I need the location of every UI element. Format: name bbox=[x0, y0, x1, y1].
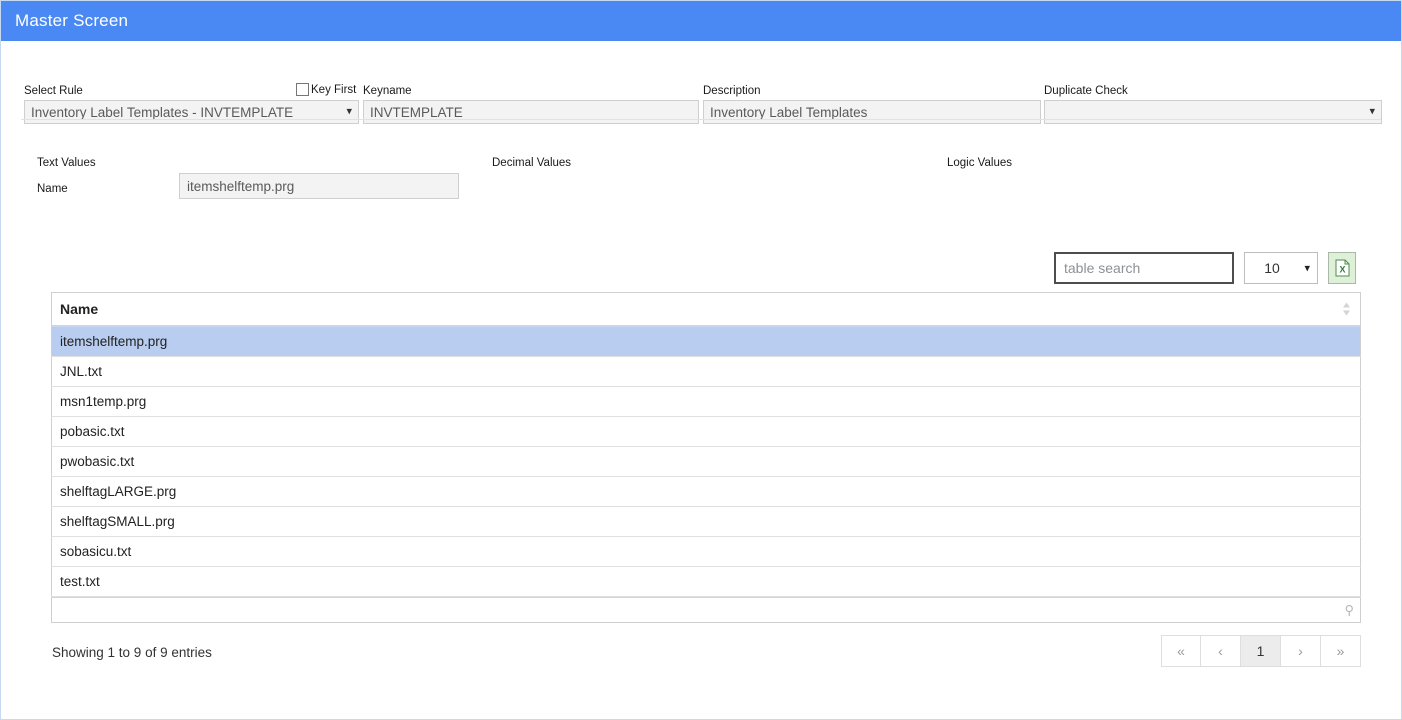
table-cell-name: sobasicu.txt bbox=[52, 537, 1361, 567]
table-cell-name: test.txt bbox=[52, 567, 1361, 597]
table-row[interactable]: test.txt bbox=[52, 567, 1361, 597]
table-row[interactable]: sobasicu.txt bbox=[52, 537, 1361, 567]
key-first-group: Key First bbox=[296, 83, 356, 96]
data-table: Name itemshelftemp.prgJNL.txtmsn1temp.pr… bbox=[51, 292, 1361, 597]
column-filter-input[interactable] bbox=[52, 598, 1360, 622]
key-first-checkbox[interactable] bbox=[296, 83, 309, 96]
page-length-group: 10 ▾ bbox=[1244, 252, 1318, 284]
master-screen-page: Master Screen Select Rule Inventory Labe… bbox=[0, 0, 1402, 720]
logic-values-heading: Logic Values bbox=[947, 157, 1012, 169]
table-row[interactable]: pobasic.txt bbox=[52, 417, 1361, 447]
table-row[interactable]: pwobasic.txt bbox=[52, 447, 1361, 477]
column-header-name-label: Name bbox=[60, 301, 98, 317]
duplicate-check-dropdown[interactable] bbox=[1044, 100, 1382, 124]
table-header-row: Name bbox=[52, 293, 1361, 327]
page-title: Master Screen bbox=[15, 11, 128, 31]
table-cell-name: JNL.txt bbox=[52, 357, 1361, 387]
select-rule-dropdown[interactable]: Inventory Label Templates - INVTEMPLATE bbox=[24, 100, 359, 124]
rule-form-row: Select Rule Inventory Label Templates - … bbox=[1, 41, 1401, 103]
keyname-input[interactable] bbox=[363, 100, 699, 124]
name-field-label: Name bbox=[37, 183, 68, 195]
key-first-label: Key First bbox=[311, 84, 356, 96]
table-cell-name: shelftagSMALL.prg bbox=[52, 507, 1361, 537]
table-cell-name: itemshelftemp.prg bbox=[52, 326, 1361, 357]
table-cell-name: msn1temp.prg bbox=[52, 387, 1361, 417]
svg-text:X: X bbox=[1339, 265, 1345, 275]
showing-entries-text: Showing 1 to 9 of 9 entries bbox=[52, 645, 212, 660]
table-body: itemshelftemp.prgJNL.txtmsn1temp.prgpoba… bbox=[52, 326, 1361, 597]
description-input[interactable] bbox=[703, 100, 1041, 124]
table-search-input[interactable] bbox=[1054, 252, 1234, 284]
pagination-next[interactable]: › bbox=[1281, 635, 1321, 667]
table-row[interactable]: msn1temp.prg bbox=[52, 387, 1361, 417]
sort-updown-icon bbox=[1342, 302, 1351, 317]
pagination-page-1[interactable]: 1 bbox=[1241, 635, 1281, 667]
data-table-container: Name itemshelftemp.prgJNL.txtmsn1temp.pr… bbox=[51, 292, 1361, 623]
window-title-bar: Master Screen bbox=[1, 1, 1401, 41]
table-row[interactable]: shelftagLARGE.prg bbox=[52, 477, 1361, 507]
column-filter-row: ⚲ bbox=[51, 597, 1361, 623]
pagination: «‹1›» bbox=[1161, 635, 1361, 667]
pagination-last[interactable]: » bbox=[1321, 635, 1361, 667]
excel-export-button[interactable]: X bbox=[1328, 252, 1356, 284]
table-row[interactable]: itemshelftemp.prg bbox=[52, 326, 1361, 357]
keyname-label: Keyname bbox=[363, 85, 699, 97]
pagination-first[interactable]: « bbox=[1161, 635, 1201, 667]
section-divider bbox=[21, 119, 1381, 120]
decimal-values-heading: Decimal Values bbox=[492, 157, 571, 169]
table-cell-name: shelftagLARGE.prg bbox=[52, 477, 1361, 507]
table-cell-name: pobasic.txt bbox=[52, 417, 1361, 447]
table-row[interactable]: JNL.txt bbox=[52, 357, 1361, 387]
table-cell-name: pwobasic.txt bbox=[52, 447, 1361, 477]
page-length-dropdown[interactable]: 10 bbox=[1244, 252, 1318, 284]
table-head: Name bbox=[52, 293, 1361, 327]
name-field-input[interactable] bbox=[179, 173, 459, 199]
pagination-previous[interactable]: ‹ bbox=[1201, 635, 1241, 667]
column-header-name[interactable]: Name bbox=[52, 293, 1361, 327]
table-toolbar: 10 ▾ X bbox=[1054, 252, 1356, 284]
text-values-heading: Text Values bbox=[37, 157, 96, 169]
duplicate-check-label: Duplicate Check bbox=[1044, 85, 1382, 97]
table-row[interactable]: shelftagSMALL.prg bbox=[52, 507, 1361, 537]
excel-export-icon: X bbox=[1335, 259, 1350, 277]
description-label: Description bbox=[703, 85, 1041, 97]
